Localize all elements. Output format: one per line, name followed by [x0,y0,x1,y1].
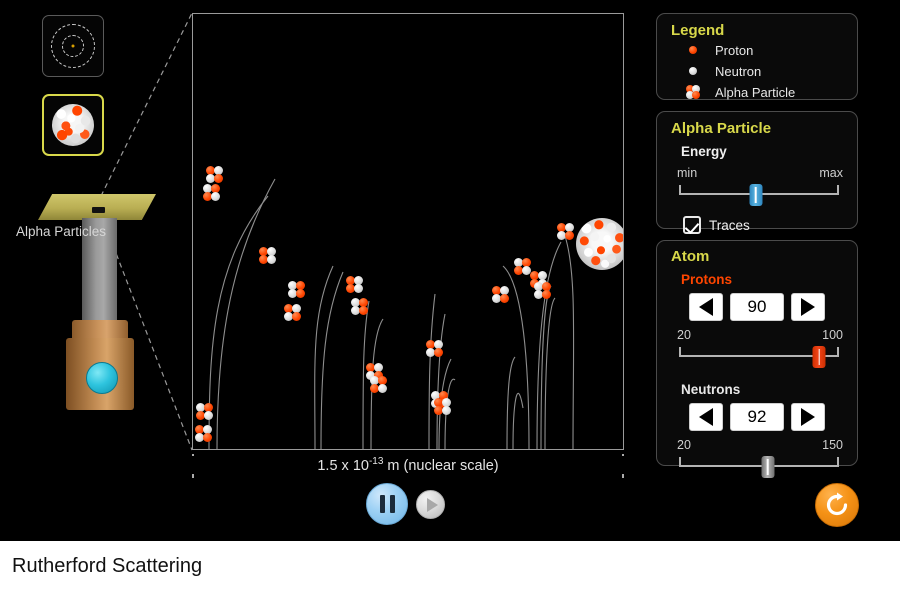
alpha-particle-panel: Alpha Particle Energy min max Traces [656,111,858,229]
navbar: Rutherford Scattering Rutherford Atom Pl… [0,541,900,591]
legend-item-proton: Proton [671,40,857,60]
legend-label: Alpha Particle [715,85,795,100]
scale-label: 1.5 x 10-13 m (nuclear scale) [192,456,624,474]
alpha-particle-panel-title: Alpha Particle [671,120,857,137]
pause-icon [380,495,385,513]
energy-max-label: max [819,166,843,180]
scale-prefix: 1.5 x 10 [317,458,369,474]
neutrons-label: Neutrons [681,382,857,397]
legend-item-neutron: Neutron [671,61,857,81]
alpha-particle [514,258,531,275]
alpha-particle [196,403,213,420]
step-forward-button[interactable] [416,490,445,519]
alpha-particle [346,276,363,293]
legend-title: Legend [671,22,857,39]
protons-min-label: 20 [677,328,691,342]
legend-panel: Legend Proton Neutron Alpha Particle [656,13,858,100]
neutrons-increment-button[interactable] [791,403,825,431]
simulation-viewport[interactable] [192,13,624,450]
slider-tick-max [837,457,839,466]
nuclear-scale-bar: 1.5 x 10-13 m (nuclear scale) [192,452,624,484]
alpha-particle [203,184,220,201]
nucleus-icon [52,104,94,146]
alpha-particle [284,304,301,321]
neutrons-slider[interactable] [679,453,839,479]
protons-range-labels: 20 100 [675,328,843,343]
gun-platform [38,194,156,220]
pause-icon [390,495,395,513]
alpha-particle [492,286,509,303]
orbit-center-dot-icon [72,45,75,48]
pause-button[interactable] [366,483,408,525]
alpha-particle [370,376,387,393]
alpha-particle [434,398,451,415]
page-title: Rutherford Scattering [12,555,202,578]
protons-label: Protons [681,272,857,287]
slider-tick-min [679,457,681,466]
scale-suffix: m (nuclear scale) [383,458,498,474]
slider-track [679,465,839,467]
protons-slider-thumb[interactable] [813,346,826,368]
alpha-particle [206,166,223,183]
zoom-thumbnail-atom-view[interactable] [42,15,104,77]
legend-label: Neutron [715,64,761,79]
neutrons-range-labels: 20 150 [675,438,843,453]
protons-max-label: 100 [822,328,843,342]
slider-tick-min [679,347,681,356]
atom-panel-title: Atom [671,248,857,265]
alpha-particle-icon [671,85,715,99]
energy-range-labels: min max [675,166,843,181]
energy-slider-thumb[interactable] [749,184,762,206]
alpha-particle [259,247,276,264]
protons-decrement-button[interactable] [689,293,723,321]
alpha-particle [426,340,443,357]
energy-label: Energy [681,144,857,159]
alpha-particle [534,282,551,299]
alpha-particle [195,425,212,442]
atom-panel: Atom Protons 90 20 100 Neutrons 92 20 15… [656,240,858,466]
neutrons-max-label: 150 [822,438,843,452]
alpha-particle [288,281,305,298]
traces-label: Traces [709,218,750,233]
energy-min-label: min [677,166,697,180]
alpha-particle [557,223,574,240]
slider-tick-max [837,185,839,194]
gun-label: Alpha Particles [0,224,122,239]
step-forward-icon [427,498,438,512]
traces-checkbox[interactable] [683,216,701,234]
slider-tick-min [679,185,681,194]
neutrons-value[interactable]: 92 [730,403,784,431]
gun-aperture [92,207,105,213]
protons-spinner[interactable]: 90 [671,293,843,321]
simulation-root: Alpha Particles [0,0,900,591]
neutrons-spinner[interactable]: 92 [671,403,843,431]
neutron-dot-icon [671,67,715,75]
neutrons-slider-thumb[interactable] [761,456,774,478]
alpha-particle [351,298,368,315]
neutrons-decrement-button[interactable] [689,403,723,431]
neutrons-min-label: 20 [677,438,691,452]
protons-increment-button[interactable] [791,293,825,321]
protons-slider[interactable] [679,343,839,369]
traces-checkbox-row[interactable]: Traces [683,216,857,234]
energy-slider[interactable] [679,181,839,207]
legend-item-alpha-particle: Alpha Particle [671,82,857,102]
scale-exponent: -13 [369,456,383,467]
zoom-thumbnail-nucleus-view[interactable] [42,94,104,156]
protons-value[interactable]: 90 [730,293,784,321]
target-nucleus [576,218,624,270]
gun-neck [72,320,128,340]
legend-label: Proton [715,43,753,58]
gun-power-button[interactable] [86,362,118,394]
reset-all-button[interactable] [815,483,859,527]
proton-dot-icon [671,46,715,54]
reset-all-icon [823,491,851,519]
slider-tick-max [837,347,839,356]
